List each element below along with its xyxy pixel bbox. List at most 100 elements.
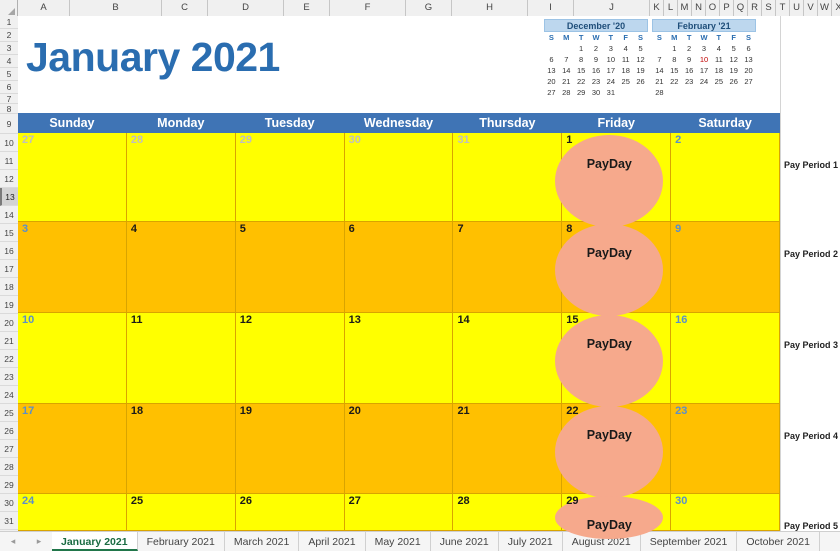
row-header-13[interactable]: 13 [0,188,18,206]
row-header-7[interactable]: 7 [0,94,18,104]
column-header-f[interactable]: F [330,0,406,16]
row-header-30[interactable]: 30 [0,494,18,512]
calendar-day-cell[interactable]: 20 [345,404,454,493]
column-header-q[interactable]: Q [734,0,748,16]
row-header-21[interactable]: 21 [0,332,18,350]
payday-marker[interactable]: PayDay [555,315,664,407]
column-header-g[interactable]: G [406,0,452,16]
calendar-day-cell[interactable]: 4 [127,222,236,312]
payday-marker[interactable]: PayDay [555,135,664,227]
calendar-day-cell[interactable]: 24 [18,494,127,530]
row-header-18[interactable]: 18 [0,278,18,296]
calendar-day-cell[interactable]: 22 PayDay [555,404,672,498]
row-header-24[interactable]: 24 [0,386,18,404]
sheet-tab-july-2021[interactable]: July 2021 [499,532,563,551]
row-header-2[interactable]: 2 [0,29,18,42]
row-header-11[interactable]: 11 [0,152,18,170]
column-header-p[interactable]: P [720,0,734,16]
row-header-27[interactable]: 27 [0,440,18,458]
calendar-day-cell[interactable]: 28 [127,133,236,221]
sheet-tab-october-2021[interactable]: October 2021 [737,532,820,551]
calendar-day-cell[interactable]: 19 [236,404,345,493]
row-header-12[interactable]: 12 [0,170,18,188]
row-header-29[interactable]: 29 [0,476,18,494]
calendar-day-cell[interactable]: 5 [236,222,345,312]
calendar-day-cell[interactable]: 18 [127,404,236,493]
row-header-28[interactable]: 28 [0,458,18,476]
row-header-20[interactable]: 20 [0,314,18,332]
calendar-day-cell[interactable]: 25 [127,494,236,530]
sheet-tab-september-2021[interactable]: September 2021 [641,532,738,551]
column-header-v[interactable]: V [804,0,818,16]
select-all-corner[interactable] [0,0,18,16]
row-header-16[interactable]: 16 [0,242,18,260]
calendar-day-cell[interactable]: 2 [671,133,781,221]
column-header-n[interactable]: N [692,0,706,16]
calendar-day-cell[interactable]: 26 [236,494,345,530]
column-header-h[interactable]: H [452,0,528,16]
row-header-15[interactable]: 15 [0,224,18,242]
calendar-day-cell[interactable]: 10 [18,313,127,403]
row-header-19[interactable]: 19 [0,296,18,314]
row-header-4[interactable]: 4 [0,55,18,68]
calendar-day-cell[interactable]: 3 [18,222,127,312]
calendar-day-cell[interactable]: 11 [127,313,236,403]
row-header-25[interactable]: 25 [0,404,18,422]
column-header-r[interactable]: R [748,0,762,16]
row-header-3[interactable]: 3 [0,42,18,55]
row-header-9[interactable]: 9 [0,114,18,134]
row-header-23[interactable]: 23 [0,368,18,386]
column-header-e[interactable]: E [284,0,330,16]
row-header-22[interactable]: 22 [0,350,18,368]
column-header-l[interactable]: L [664,0,678,16]
payday-marker[interactable]: PayDay [555,224,664,316]
column-header-j[interactable]: J [574,0,650,16]
row-header-26[interactable]: 26 [0,422,18,440]
calendar-day-cell[interactable]: 6 [345,222,454,312]
calendar-day-cell[interactable]: 13 [345,313,454,403]
column-header-u[interactable]: U [790,0,804,16]
calendar-day-cell[interactable]: 16 [671,313,781,403]
calendar-day-cell[interactable]: 31 [453,133,563,221]
column-header-a[interactable]: A [18,0,70,16]
column-header-w[interactable]: W [818,0,832,16]
calendar-day-cell[interactable]: 27 [18,133,127,221]
sheet-tab-may-2021[interactable]: May 2021 [366,532,431,551]
column-header-k[interactable]: K [650,0,664,16]
column-header-s[interactable]: S [762,0,776,16]
column-header-o[interactable]: O [706,0,720,16]
calendar-day-cell[interactable]: 28 [453,494,563,530]
calendar-day-cell[interactable]: 23 [671,404,781,493]
sheet-tab-june-2021[interactable]: June 2021 [431,532,499,551]
column-header-i[interactable]: I [528,0,574,16]
calendar-day-cell[interactable]: 7 [453,222,563,312]
row-header-14[interactable]: 14 [0,206,18,224]
calendar-day-cell[interactable]: 30 [671,494,781,530]
calendar-day-cell[interactable]: 1 PayDay [555,133,672,227]
calendar-day-cell[interactable]: 27 [345,494,454,530]
row-header-31[interactable]: 31 [0,512,18,530]
column-header-c[interactable]: C [162,0,208,16]
row-header-10[interactable]: 10 [0,134,18,152]
column-header-b[interactable]: B [70,0,162,16]
calendar-day-cell[interactable]: 8 PayDay [555,222,672,316]
calendar-day-cell[interactable]: 9 [671,222,781,312]
sheet-tab-february-2021[interactable]: February 2021 [138,532,225,551]
sheet-tab-april-2021[interactable]: April 2021 [299,532,366,551]
sheet-tab-january-2021[interactable]: January 2021 [52,532,138,551]
column-header-x[interactable]: X [832,0,840,16]
column-header-t[interactable]: T [776,0,790,16]
row-header-6[interactable]: 6 [0,81,18,94]
row-header-1[interactable]: 1 [0,16,18,29]
calendar-day-cell[interactable]: 17 [18,404,127,493]
calendar-day-cell[interactable]: 29 [236,133,345,221]
column-header-d[interactable]: D [208,0,284,16]
row-header-8[interactable]: 8 [0,104,18,114]
calendar-day-cell[interactable]: 29 PayDay [555,494,672,539]
column-header-m[interactable]: M [678,0,692,16]
row-header-17[interactable]: 17 [0,260,18,278]
calendar-day-cell[interactable]: 14 [453,313,563,403]
calendar-day-cell[interactable]: 15 PayDay [555,313,672,407]
payday-marker[interactable]: PayDay [555,406,664,498]
sheet-tab-march-2021[interactable]: March 2021 [225,532,300,551]
